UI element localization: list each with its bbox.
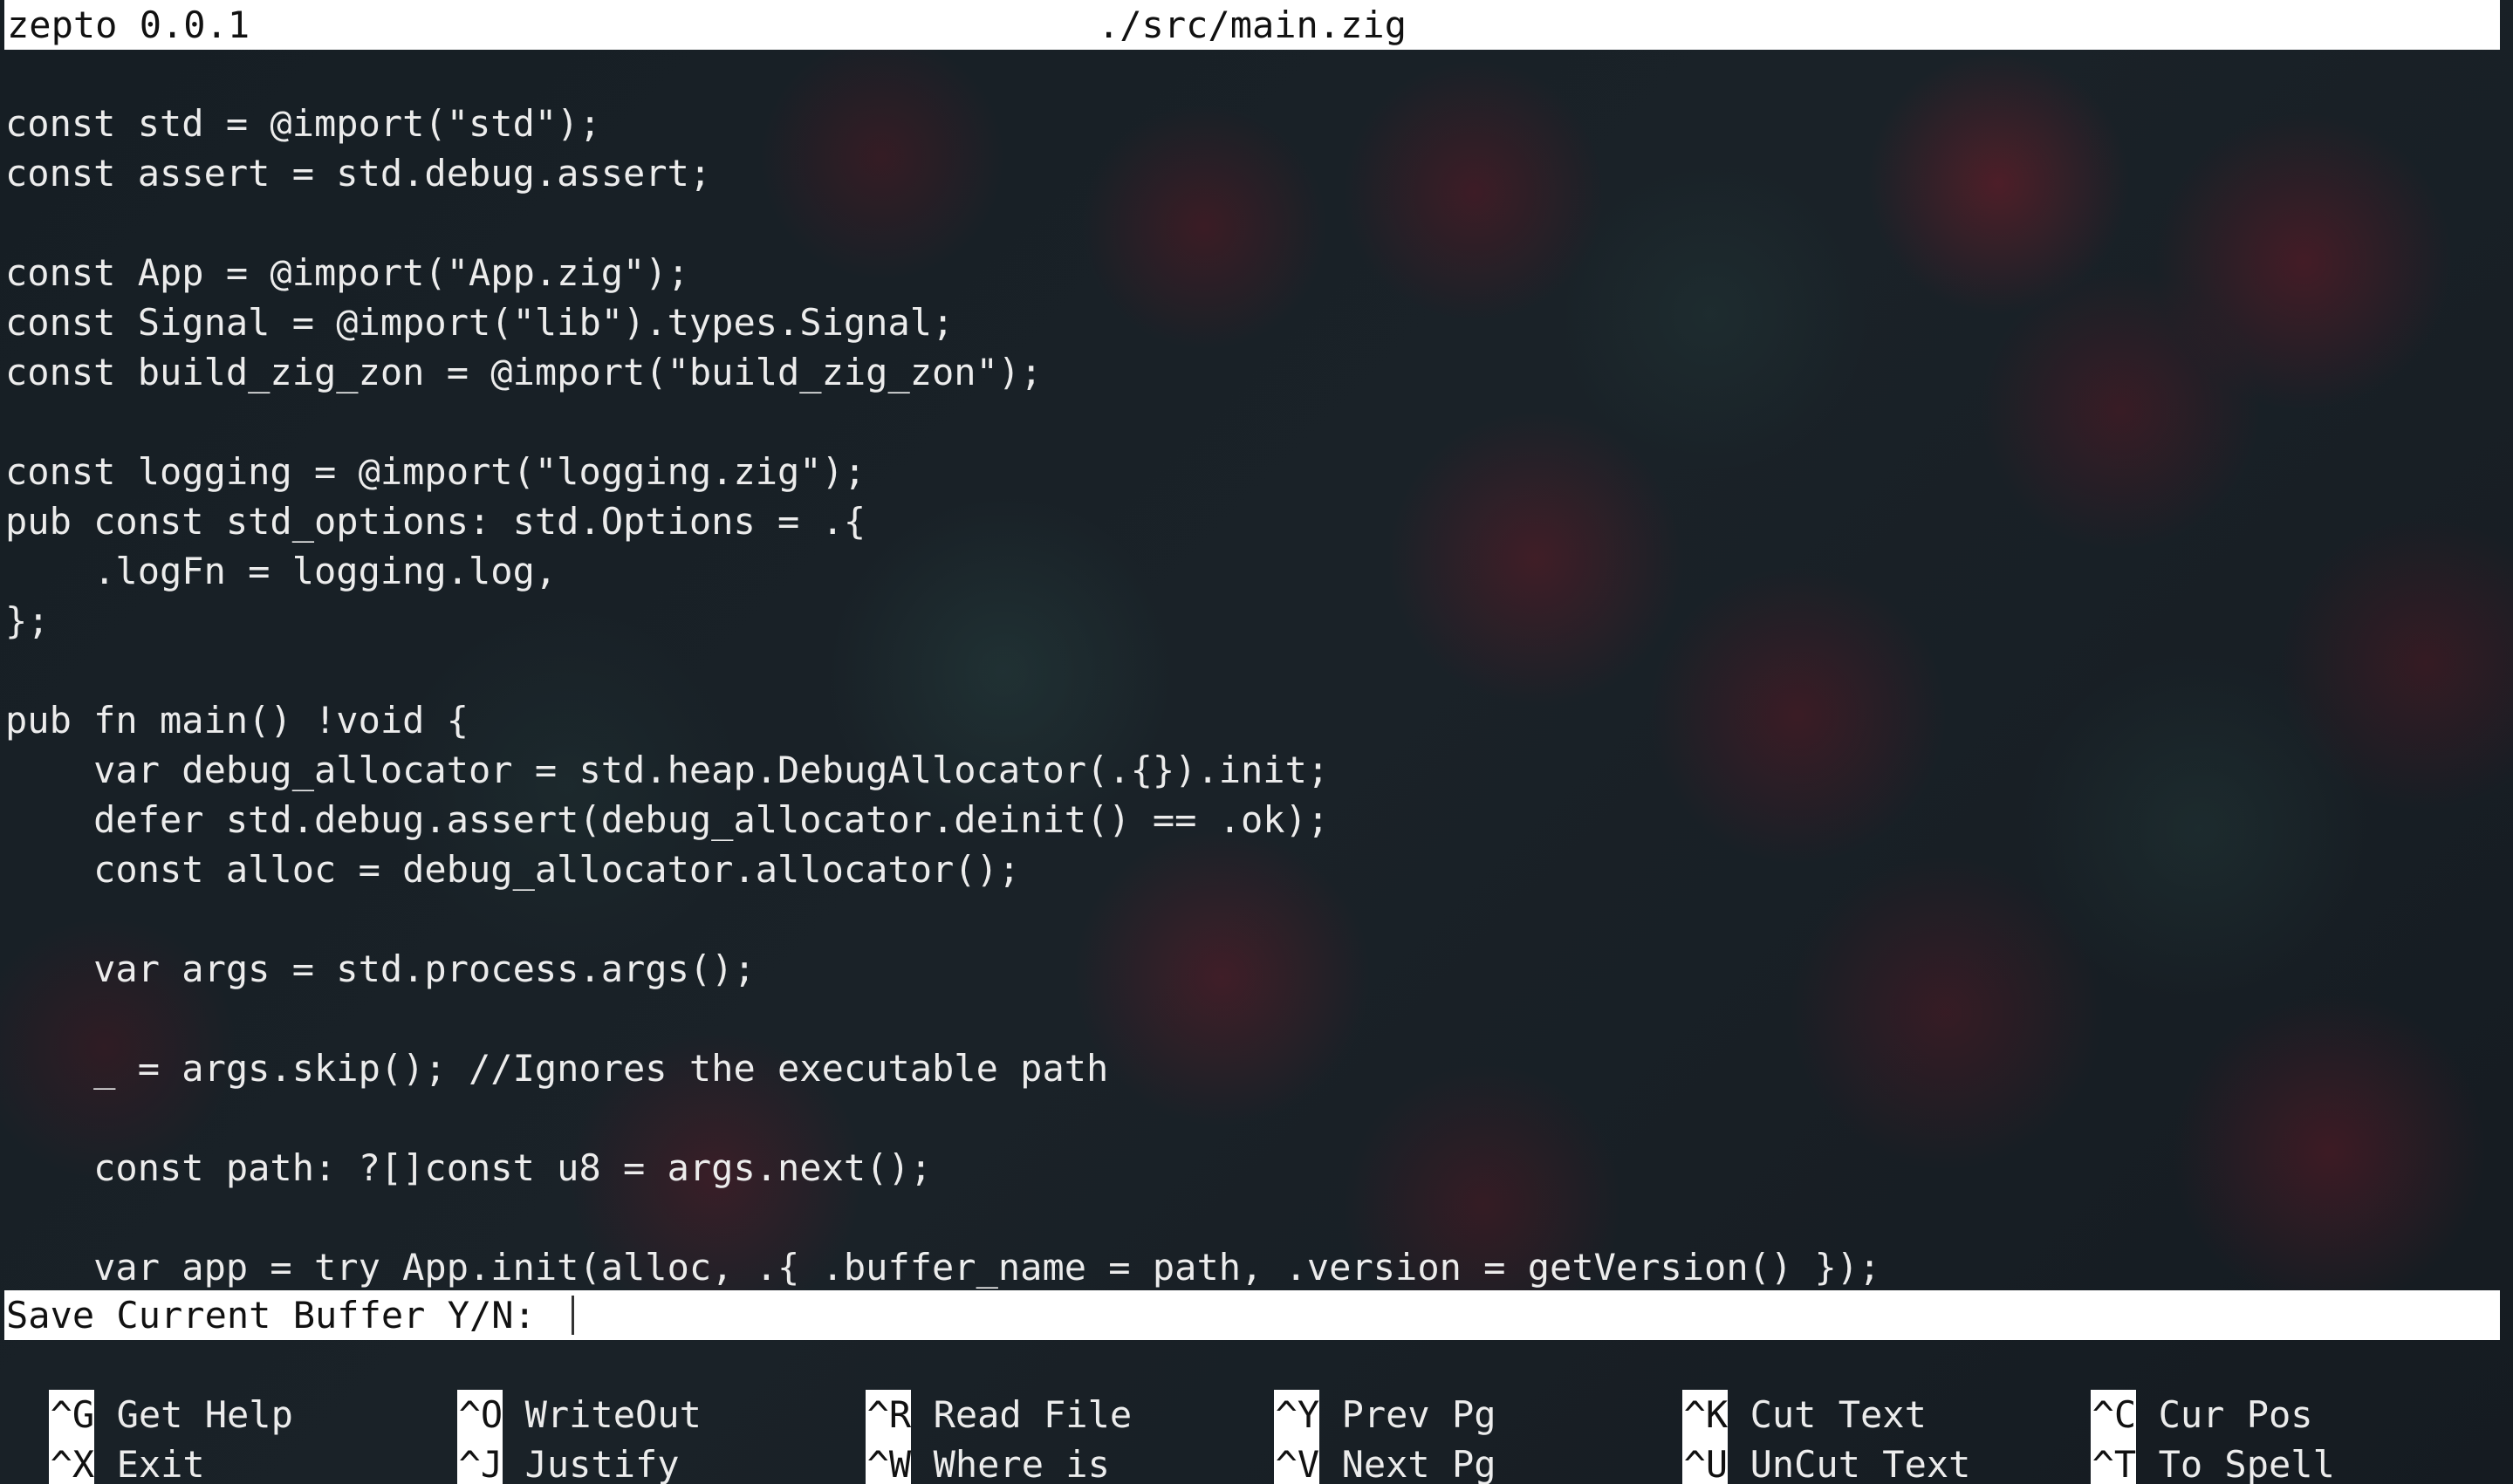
shortcut-key: ^T [2090, 1440, 2136, 1484]
shortcut-cut-text[interactable]: ^K Cut Text [1638, 1340, 1927, 1440]
code-line[interactable]: var debug_allocator = std.heap.DebugAllo… [5, 745, 1329, 795]
code-line[interactable]: const logging = @import("logging.zig"); [5, 447, 866, 496]
code-line[interactable]: const std = @import("std"); [5, 99, 601, 148]
shortcut-key: ^X [48, 1440, 94, 1484]
shortcut-exit[interactable]: ^X Exit [4, 1390, 205, 1484]
title-bar: zepto 0.0.1 ./src/main.zig [4, 0, 2500, 50]
code-line[interactable]: const assert = std.debug.assert; [5, 148, 711, 198]
shortcut-next-page[interactable]: ^V Next Pg [1229, 1390, 1496, 1484]
shortcut-key: ^V [1273, 1440, 1319, 1484]
shortcut-to-spell[interactable]: ^T To Spell [2046, 1390, 2335, 1484]
shortcut-prev-page[interactable]: ^Y Prev Pg [1229, 1340, 1496, 1440]
shortcut-label: UnCut Text [1750, 1443, 1971, 1484]
shortcut-uncut-text[interactable]: ^U UnCut Text [1638, 1390, 1970, 1484]
code-line[interactable]: const path: ?[]const u8 = args.next(); [5, 1143, 932, 1193]
code-line[interactable]: }; [5, 596, 50, 646]
code-line[interactable]: const alloc = debug_allocator.allocator(… [5, 845, 1020, 894]
code-line[interactable]: pub fn main() !void { [5, 695, 469, 745]
shortcut-label: Exit [116, 1443, 205, 1484]
code-line[interactable]: .logFn = logging.log, [5, 546, 557, 596]
shortcut-key: ^U [1681, 1440, 1728, 1484]
shortcut-get-help[interactable]: ^G Get Help [4, 1340, 293, 1440]
editor-text-area[interactable]: const std = @import("std"); const assert… [5, 99, 2501, 1290]
save-prompt-input[interactable] [568, 1294, 2488, 1337]
save-prompt-label: Save Current Buffer Y/N: [6, 1294, 536, 1337]
code-line[interactable]: var args = std.process.args(); [5, 944, 756, 994]
code-line[interactable]: const build_zig_zon = @import("build_zig… [5, 347, 1042, 397]
code-line[interactable]: _ = args.skip(); //Ignores the executabl… [5, 1043, 1108, 1093]
code-line[interactable]: pub const std_options: std.Options = .{ [5, 496, 866, 546]
shortcut-where-is[interactable]: ^W Where is [821, 1390, 1110, 1484]
code-line[interactable]: defer std.debug.assert(debug_allocator.d… [5, 795, 1329, 845]
code-line[interactable]: const App = @import("App.zig"); [5, 248, 689, 297]
shortcut-label: To Spell [2158, 1443, 2335, 1484]
code-line[interactable]: var app = try App.init(alloc, .{ .buffer… [5, 1242, 1880, 1290]
shortcut-label: Justify [524, 1443, 680, 1484]
save-prompt-bar: Save Current Buffer Y/N: [4, 1290, 2500, 1340]
shortcut-writeout[interactable]: ^O WriteOut [413, 1340, 702, 1440]
shortcut-key: ^J [456, 1440, 503, 1484]
shortcut-read-file[interactable]: ^R Read File [821, 1340, 1132, 1440]
text-cursor [572, 1296, 574, 1335]
shortcut-label: Where is [933, 1443, 1110, 1484]
shortcut-cur-pos[interactable]: ^C Cur Pos [2046, 1340, 2313, 1440]
shortcut-justify[interactable]: ^J Justify [413, 1390, 680, 1484]
shortcut-label: Next Pg [1341, 1443, 1496, 1484]
shortcut-key: ^W [865, 1440, 911, 1484]
code-line[interactable]: const Signal = @import("lib").types.Sign… [5, 297, 954, 347]
file-path: ./src/main.zig [1097, 3, 1407, 46]
